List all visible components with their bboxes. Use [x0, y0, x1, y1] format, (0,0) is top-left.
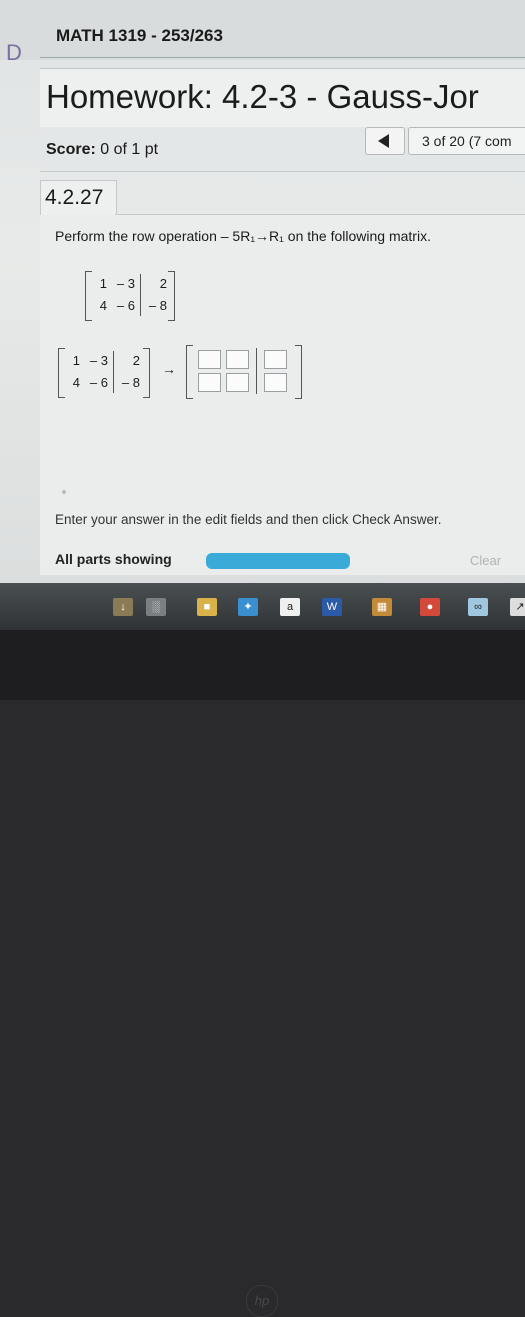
store-icon[interactable]: ✦	[238, 598, 258, 616]
laptop-bezel: hp	[0, 630, 525, 1317]
answer-input-r2c2[interactable]	[226, 373, 249, 392]
matrix-cell: 2	[159, 276, 167, 291]
previous-question-button[interactable]	[365, 127, 405, 155]
augment-bar	[113, 351, 114, 393]
answer-input-r1c3[interactable]	[264, 350, 287, 369]
matrix-cell: – 8	[148, 298, 167, 313]
divider	[40, 57, 525, 58]
answer-input-r2c3[interactable]	[264, 373, 287, 392]
bracket-right	[143, 348, 150, 398]
all-parts-label: All parts showing	[55, 551, 172, 567]
bracket-right	[168, 271, 175, 321]
amazon-icon[interactable]: a	[280, 598, 300, 616]
matrix-cell: 4	[99, 298, 107, 313]
taskbar: ↓ ░ ■ ✦ a W ▦ ● ∞ ↗	[0, 583, 525, 630]
matrix-cell: – 6	[116, 298, 135, 313]
screenshot-icon[interactable]: ↗	[510, 598, 525, 616]
answer-input-r2c1[interactable]	[198, 373, 221, 392]
infinity-icon[interactable]: ∞	[468, 598, 488, 616]
matrix-cell: 4	[72, 375, 80, 390]
score-label: Score:	[46, 141, 96, 158]
course-title: MATH 1319 - 253/263	[56, 26, 223, 45]
instruction-prefix: Perform the row operation	[55, 228, 217, 244]
matrix-cell: 1	[72, 353, 80, 368]
matrix-cell: 1	[99, 276, 107, 291]
bracket-left	[58, 348, 65, 398]
word-icon[interactable]: W	[322, 598, 342, 616]
bracket-right	[295, 345, 302, 399]
source-matrix: 1 – 3 2 4 – 6 – 8	[58, 348, 150, 398]
question-counter-text: 3 of 20 (7 com	[422, 133, 512, 149]
side-letter: D	[6, 40, 22, 65]
matrix-cell: – 6	[89, 375, 108, 390]
row-operation: – 5R₁→R₁	[220, 228, 284, 244]
chrome-icon[interactable]: ●	[420, 598, 440, 616]
window-icon[interactable]: ░	[146, 598, 166, 616]
answer-input-r1c2[interactable]	[226, 350, 249, 369]
dot-marker	[62, 490, 66, 494]
homework-title: Homework: 4.2-3 - Gauss-Jor	[46, 78, 479, 115]
matrix-cell: – 8	[121, 375, 140, 390]
folder-icon[interactable]: ■	[197, 598, 217, 616]
score-value: 0 of 1 pt	[100, 141, 159, 158]
matrix-cell: – 3	[116, 276, 135, 291]
section-number: 4.2.27	[45, 186, 104, 209]
usb-icon[interactable]: ↓	[113, 598, 133, 616]
matrix-cell: 2	[132, 353, 140, 368]
enter-answer-prompt: Enter your answer in the edit fields and…	[55, 512, 442, 527]
bracket-left	[186, 345, 193, 399]
bracket-left	[85, 271, 92, 321]
section-number-box: 4.2.27	[40, 180, 117, 216]
question-content: Perform the row operation – 5R₁→R₁ on th…	[40, 215, 525, 575]
instruction-suffix: on the following matrix.	[287, 228, 431, 244]
hp-logo: hp	[246, 1285, 278, 1317]
browser-header: MATH 1319 - 253/263 D	[0, 0, 525, 65]
screen: MATH 1319 - 253/263 D Homework: 4.2-3 - …	[0, 0, 525, 640]
progress-bar	[206, 553, 350, 569]
answer-matrix	[186, 345, 302, 399]
score-text: Score: 0 of 1 pt	[46, 141, 158, 159]
arrow-icon: →	[162, 361, 176, 377]
answer-input-r1c1[interactable]	[198, 350, 221, 369]
matrix-cell: – 3	[89, 353, 108, 368]
augment-bar	[256, 348, 257, 394]
given-matrix: 1 – 3 2 4 – 6 – 8	[85, 271, 175, 321]
triangle-left-icon	[378, 134, 389, 148]
augment-bar	[140, 274, 141, 316]
clear-all-button[interactable]: Clear	[470, 553, 525, 573]
calendar-icon[interactable]: ▦	[372, 598, 392, 616]
homework-title-bar: Homework: 4.2-3 - Gauss-Jor	[40, 68, 525, 128]
question-counter[interactable]: 3 of 20 (7 com	[408, 127, 525, 155]
instruction: Perform the row operation – 5R₁→R₁ on th…	[55, 228, 431, 244]
